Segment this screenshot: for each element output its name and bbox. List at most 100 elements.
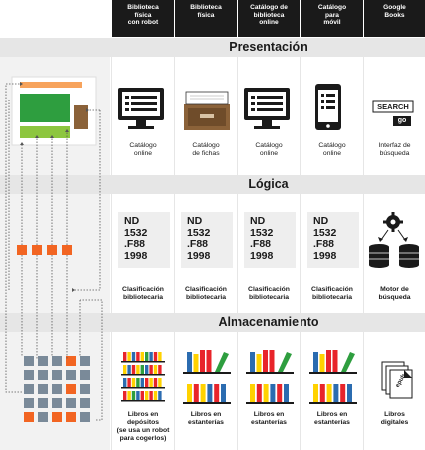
storage-cell [24,384,34,394]
depot-book [127,378,131,387]
storage-cell [52,370,62,380]
page-layout-icon [11,76,97,146]
storage-cell [80,370,90,380]
book [284,384,289,402]
depot-shelf-line [121,387,165,389]
depot-book [145,378,149,387]
go-button-label: go [397,117,407,124]
storage-cell [66,384,76,394]
depot-book [131,391,136,400]
depot-book [149,391,153,400]
depot-book [123,378,127,387]
depot-book [123,391,127,400]
code-online: ND 1532 .F88 1998 [244,212,296,268]
depot-book [127,391,131,400]
book [313,384,318,402]
depot-book [140,365,144,374]
depot-book [140,378,144,387]
book [263,350,268,372]
shelf-line [246,372,294,374]
depot-book [131,352,136,361]
depot-book [136,352,140,361]
book [341,352,355,372]
storage-cell [24,412,34,422]
label-online-storage: Libros en estanterías [251,411,287,426]
book [206,350,212,372]
book [187,352,192,372]
card-catalog-icon [184,91,230,130]
code-physical: ND 1532 .F88 1998 [181,212,233,268]
storage-cell [80,398,90,408]
label-online-presentation: Catálogo online [255,142,283,157]
monitor-icon-robot [118,88,164,129]
storage-cell [80,356,90,366]
storage-cell [38,370,48,380]
storage-cell [52,398,62,408]
label-mobile-storage: Libros en estanterías [314,411,350,426]
book [214,384,220,402]
code-robot: ND 1532 .F88 1998 [118,212,170,268]
label-google-storage: Libros digitales [380,411,409,426]
book [256,384,262,402]
depot-book [149,352,153,361]
depot-book [153,391,158,400]
storage-cell [24,356,34,366]
depot-book [127,352,131,361]
storage-cell [66,412,76,422]
depot-book [140,391,144,400]
depot-book [127,365,131,374]
monitor-icon-online [244,88,290,129]
depot-book [149,378,153,387]
layout-side-block [74,105,88,129]
label-robot-logic: Clasificación bibliotecaria [122,286,164,301]
depot-book [136,391,140,400]
label-physical-storage: Libros en estanterías [188,411,224,426]
book [319,354,325,372]
bookshelf-physical [183,350,231,404]
book [332,350,338,372]
depot-shelf-line [121,400,165,402]
depot-book [158,365,162,374]
storage-cell [80,412,90,422]
depot-book [131,378,136,387]
depot-book [158,378,162,387]
book [270,384,276,402]
book [313,352,318,372]
storage-cell [38,384,48,394]
storage-cell [38,398,48,408]
storage-grid [24,356,90,422]
book [326,384,332,402]
depot-shelf-line [121,361,165,363]
layout-footer-block [20,126,70,138]
shelf-line [309,372,357,374]
label-mobile-logic: Clasificación bibliotecaria [311,286,353,301]
label-robot-presentation: Catálogo online [129,142,157,157]
book [215,352,229,372]
bookshelf-online [246,350,294,404]
book [277,384,283,402]
book [250,352,255,372]
depot-book [136,378,140,387]
book [340,384,346,402]
book [278,352,292,372]
book [250,384,255,402]
depot-book [140,352,144,361]
storage-cell [66,398,76,408]
bookshelf-mobile [309,350,357,404]
shelf-line [183,372,231,374]
book [256,354,262,372]
label-physical-presentation: Catálogo de fichas [192,142,220,157]
book [221,384,226,402]
book [333,384,339,402]
depot-shelf-line [121,374,165,376]
depot-book [145,365,149,374]
shelf-line [246,402,294,404]
label-mobile-presentation: Catálogo online [318,142,346,157]
storage-cell [52,412,62,422]
search-engine-icon [369,212,419,268]
layout-main-block [20,94,70,122]
phone-icon [315,84,341,130]
layout-header-bar [20,82,82,88]
shelf-line [309,402,357,404]
storage-cell [66,370,76,380]
